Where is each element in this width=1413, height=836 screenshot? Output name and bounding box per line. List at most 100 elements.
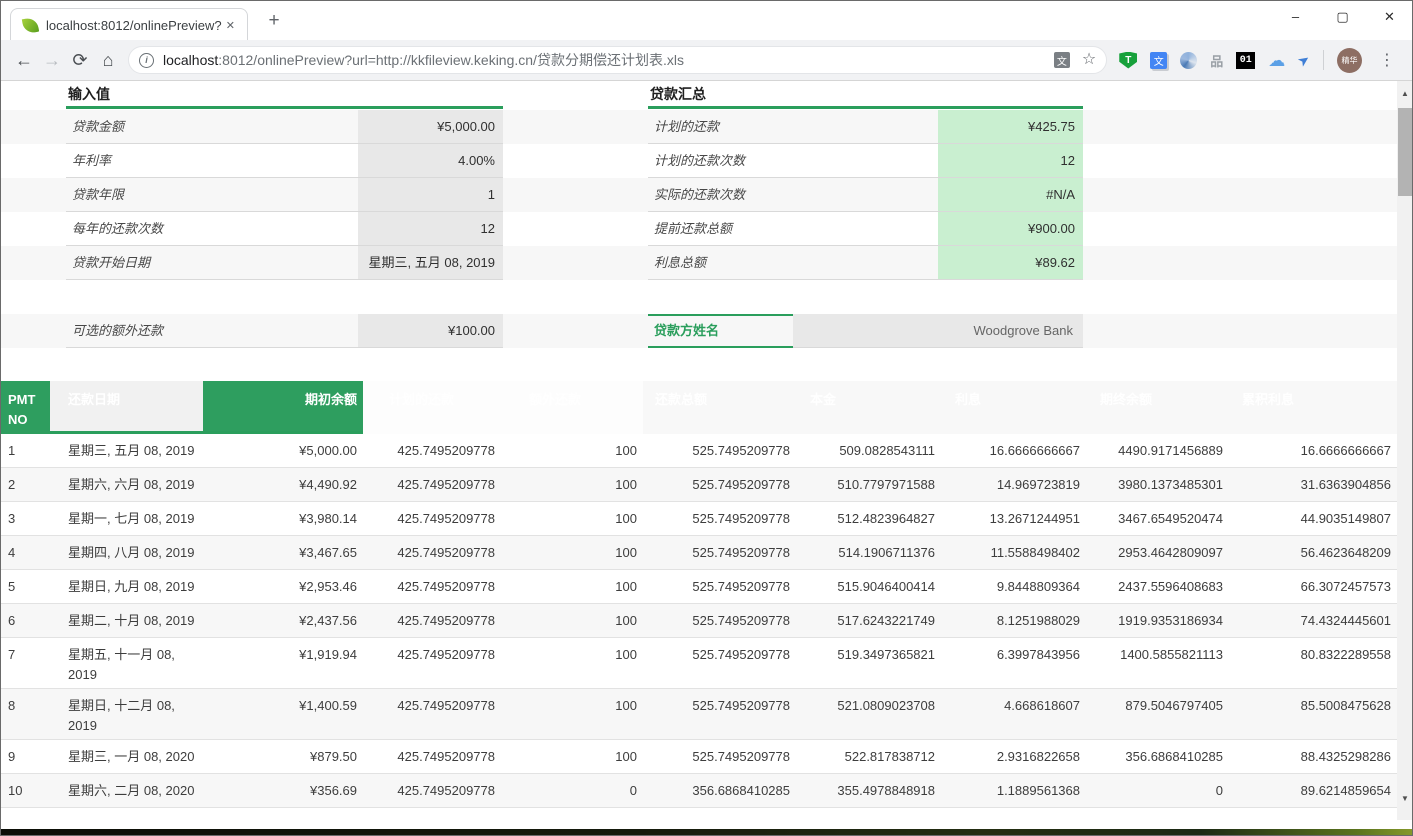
sheet-row: 贷款开始日期 星期三, 五月 08, 2019 利息总额 ¥89.62 [0,246,1397,280]
table-row: 10 星期六, 二月 08, 2020 ¥356.69 425.74952097… [0,774,1397,808]
input-value[interactable]: 1 [358,178,503,212]
table-cell: 星期五, 十一月 08, 2019 [50,638,203,688]
summary-value[interactable]: ¥900.00 [938,212,1083,246]
bird-extension-icon[interactable]: ➤ [1294,50,1313,71]
back-icon[interactable]: ← [10,50,38,71]
table-row: 9 星期三, 一月 08, 2020 ¥879.50 425.749520977… [0,740,1397,774]
table-cell: 509.0828543111 [798,434,943,467]
vertical-scrollbar[interactable]: ▲ ▼ [1397,81,1413,820]
top-sections: 贷款金额 ¥5,000.00 计划的还款 ¥425.75 年利率 4.00% 计… [0,110,1397,348]
sheet-row: 年利率 4.00% 计划的还款次数 12 [0,144,1397,178]
table-row: 6 星期二, 十月 08, 2019 ¥2,437.56 425.7495209… [0,604,1397,638]
table-cell: 56.4623648209 [1230,536,1397,569]
input-value[interactable]: 星期三, 五月 08, 2019 [358,246,503,280]
table-cell: 89.6214859654 [1230,774,1397,807]
table-cell: 356.6868410285 [643,774,798,807]
home-icon[interactable]: ⌂ [94,50,122,71]
input-label: 贷款年限 [66,178,358,212]
summary-label: 计划的还款 [648,110,938,144]
scroll-up-icon[interactable]: ▲ [1397,85,1413,101]
table-cell: 3 [0,502,50,535]
bookmark-star-icon[interactable]: ☆ [1082,52,1096,68]
table-cell: 517.6243221749 [798,604,943,637]
browser-tab[interactable]: localhost:8012/onlinePreview? ✕ [10,8,248,41]
table-cell: 3980.1373485301 [1088,468,1230,501]
table-cell: 525.7495209778 [643,536,798,569]
table-cell: 16.6666666667 [1230,434,1397,467]
translate-extension-icon[interactable]: 文 [1150,52,1167,69]
table-cell: ¥2,953.46 [203,570,363,603]
table-cell: 100 [503,468,643,501]
table-cell: 519.3497365821 [798,638,943,688]
summary-value[interactable]: ¥425.75 [938,110,1083,144]
table-cell: 星期六, 六月 08, 2019 [50,468,203,501]
scrollbar-thumb[interactable] [1398,108,1412,196]
maximize-button[interactable]: ▢ [1319,0,1366,33]
url-path: :8012/onlinePreview?url=http://kkfilevie… [218,52,684,68]
tab-title: localhost:8012/onlinePreview? [46,18,222,33]
spreadsheet-preview: 输入值 贷款汇总 贷款金额 ¥5,000.00 计划的还款 ¥425.75 年利… [0,81,1413,829]
scroll-down-icon[interactable]: ▼ [1397,790,1413,806]
summary-label: 实际的还款次数 [648,178,938,212]
table-cell: 425.7495209778 [363,740,503,773]
summary-value[interactable]: ¥89.62 [938,246,1083,280]
table-cell: ¥3,467.65 [203,536,363,569]
input-value[interactable]: 4.00% [358,144,503,178]
table-row: 1 星期三, 五月 08, 2019 ¥5,000.00 425.7495209… [0,434,1397,468]
sitemap-extension-icon[interactable]: 品 [1210,51,1223,70]
amortization-table: PMT NO 还款日期 期初余额 计划的还款 额外还款 还款总额 本金 利息 期… [0,381,1397,808]
input-value[interactable]: 12 [358,212,503,246]
table-cell: 星期三, 五月 08, 2019 [50,434,203,467]
table-cell: 100 [503,536,643,569]
table-cell: 879.5046797405 [1088,689,1230,739]
translate-page-icon[interactable]: 文 [1054,52,1070,68]
profile-avatar[interactable]: 精华 [1337,48,1362,73]
sheet-row: 贷款年限 1 实际的还款次数 #N/A [0,178,1397,212]
browser-toolbar: ← → ⟳ ⌂ i localhost:8012/onlinePreview?u… [0,40,1413,81]
summary-label: 利息总额 [648,246,938,280]
table-cell: ¥1,919.94 [203,638,363,688]
table-cell: 425.7495209778 [363,570,503,603]
page-info-icon[interactable]: i [139,53,154,68]
table-cell: 4490.9171456889 [1088,434,1230,467]
table-cell: 355.4978848918 [798,774,943,807]
input-value[interactable]: ¥5,000.00 [358,110,503,144]
forward-icon[interactable]: → [38,50,66,71]
swirl-extension-icon[interactable] [1180,52,1197,69]
column-header: 本金 [798,381,943,434]
table-cell: 525.7495209778 [643,434,798,467]
tampermonkey-icon[interactable]: T [1119,52,1137,69]
summary-value[interactable]: 12 [938,144,1083,178]
badge-01-extension-icon[interactable]: 01 [1236,52,1255,69]
table-cell: 85.5008475628 [1230,689,1397,739]
sheet-row: 贷款金额 ¥5,000.00 计划的还款 ¥425.75 [0,110,1397,144]
input-value[interactable]: ¥100.00 [358,314,503,348]
table-cell: 9 [0,740,50,773]
table-cell: 74.4324445601 [1230,604,1397,637]
summary-label: 提前还款总额 [648,212,938,246]
url-text[interactable]: localhost:8012/onlinePreview?url=http://… [163,50,1042,70]
address-bar[interactable]: i localhost:8012/onlinePreview?url=http:… [128,46,1107,74]
table-cell: 2.9316822658 [943,740,1088,773]
summary-value[interactable]: #N/A [938,178,1083,212]
minimize-button[interactable]: – [1272,0,1319,33]
column-header: 期终余额 [1088,381,1230,434]
close-button[interactable]: ✕ [1366,0,1413,33]
table-cell: 1.1889561368 [943,774,1088,807]
browser-menu-icon[interactable]: ⋮ [1375,50,1399,70]
table-cell: 100 [503,740,643,773]
table-row: 3 星期一, 七月 08, 2019 ¥3,980.14 425.7495209… [0,502,1397,536]
lender-name-value[interactable]: Woodgrove Bank [793,314,1083,348]
new-tab-button[interactable]: + [262,10,286,32]
column-header: 额外还款 [503,381,643,434]
toolbar-divider [1323,50,1324,70]
column-header: PMT NO [0,381,50,434]
table-cell: 425.7495209778 [363,502,503,535]
cloud-extension-icon[interactable]: ☁ [1268,52,1285,69]
kkfileview-leaf-favicon [22,16,39,33]
table-cell: 356.6868410285 [1088,740,1230,773]
column-header: 还款日期 [50,381,203,434]
reload-icon[interactable]: ⟳ [66,50,94,71]
tab-close-icon[interactable]: ✕ [222,17,239,34]
desktop-edge-strip [0,829,1413,836]
